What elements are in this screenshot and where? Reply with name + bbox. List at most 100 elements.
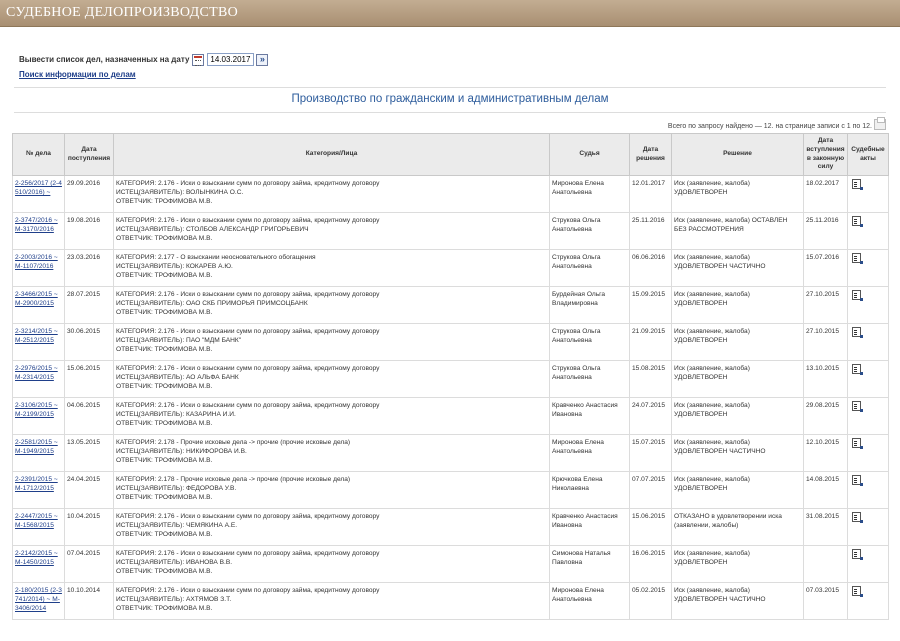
date-filter-label: Вывести список дел, назначенных на дату (19, 55, 190, 64)
received-date-cell: 23.03.2016 (64, 249, 114, 287)
case-number-cell: 2-2447/2015 ~ М-1568/2015 (12, 508, 65, 546)
document-icon[interactable] (852, 586, 863, 597)
case-number-cell: 2-2003/2016 ~ М-1107/2016 (12, 249, 65, 287)
document-icon[interactable] (852, 290, 863, 301)
defendant-text: ОТВЕТЧИК: ТРОФИМОВА М.В. (116, 235, 213, 243)
category-cell: КАТЕГОРИЯ: 2.177 - О взыскании неосноват… (113, 249, 550, 287)
decision-cell: Иск (заявление, жалоба) УДОВЛЕТВОРЕН (671, 471, 804, 509)
case-number-link[interactable]: 2-2003/2016 ~ М-1107/2016 (15, 254, 58, 270)
plaintiff-text: ИСТЕЦ(ЗАЯВИТЕЛЬ): КОКАРЕВ А.Ю. (116, 263, 233, 271)
col-judge[interactable]: Судья (549, 133, 630, 176)
section-heading: Производство по гражданским и администра… (291, 93, 609, 105)
received-date-cell: 07.04.2015 (64, 545, 114, 583)
category-cell: КАТЕГОРИЯ: 2.176 - Иски о взыскании сумм… (113, 286, 550, 324)
col-category[interactable]: Категория/Лица (113, 133, 550, 176)
plaintiff-text: ИСТЕЦ(ЗАЯВИТЕЛЬ): СТОЛБОВ АЛЕКСАНДР ГРИГ… (116, 226, 309, 234)
table-row: 2-256/2017 (2-4510/2016) ~29.09.2016 КАТЕ… (12, 175, 889, 213)
effective-date-cell (803, 545, 848, 583)
decision-cell: Иск (заявление, жалоба) ОСТАВЛЕН БЕЗ РАС… (671, 212, 804, 250)
effective-date-cell: 27.10.2015 (803, 323, 848, 361)
case-number-link[interactable]: 2-3214/2015 ~ М-2512/2015 (15, 328, 58, 344)
col-case-number[interactable]: № дела (12, 133, 65, 176)
decision-date-cell: 05.02.2015 (629, 582, 672, 620)
effective-date-cell: 12.10.2015 (803, 434, 848, 472)
category-cell: КАТЕГОРИЯ: 2.176 - Иски о взыскании сумм… (113, 360, 550, 398)
case-number-link[interactable]: 2-3466/2015 ~ М-2900/2015 (15, 291, 58, 307)
document-icon[interactable] (852, 549, 863, 560)
case-search-link[interactable]: Поиск информации по делам (19, 70, 136, 79)
effective-date-cell: 31.08.2015 (803, 508, 848, 546)
case-number-link[interactable]: 2-2581/2015 ~ М-1949/2015 (15, 439, 58, 455)
court-acts-cell (847, 397, 889, 435)
calendar-icon[interactable] (192, 53, 205, 66)
date-input[interactable] (207, 53, 255, 66)
col-received-date[interactable]: Дата поступления (64, 133, 114, 176)
decision-cell: Иск (заявление, жалоба) УДОВЛЕТВОРЕН (671, 545, 804, 583)
defendant-text: ОТВЕТЧИК: ТРОФИМОВА М.В. (116, 420, 213, 428)
print-icon[interactable] (874, 117, 886, 130)
decision-date-cell: 24.07.2015 (629, 397, 672, 435)
judge-cell: Миронова Елена Анатольевна (549, 175, 630, 213)
case-number-link[interactable]: 2-2391/2015 ~ М-1712/2015 (15, 476, 58, 492)
category-text: КАТЕГОРИЯ: 2.176 - Иски о взыскании сумм… (116, 180, 380, 187)
table-row: 2-2976/2015 ~ М-2314/2015 15.06.2015 КАТЕГ… (12, 360, 889, 398)
document-icon[interactable] (852, 179, 863, 190)
received-date-cell: 29.09.2016 (64, 175, 114, 213)
court-acts-cell (847, 175, 889, 213)
document-icon[interactable] (852, 401, 863, 412)
category-text: КАТЕГОРИЯ: 2.176 - Иски о взыскании сумм… (116, 328, 380, 335)
category-text: КАТЕГОРИЯ: 2.176 - Иски о взыскании сумм… (116, 402, 380, 409)
case-number-link[interactable]: 2-180/2015 (2-3741/2014) ~ М-3406/2014 (15, 587, 62, 612)
decision-cell: Иск (заявление, жалоба) УДОВЛЕТВОРЕН (671, 323, 804, 361)
col-court-acts[interactable]: Судебные акты (847, 133, 889, 176)
effective-date-cell: 27.10.2015 (803, 286, 848, 324)
table-row: 2-2447/2015 ~ М-1568/2015 10.04.2015 КАТЕГ… (12, 508, 889, 546)
col-decision[interactable]: Решение (671, 133, 804, 176)
effective-date-cell: 13.10.2015 (803, 360, 848, 398)
table-row: 2-2391/2015 ~ М-1712/2015 24.04.2015 КАТЕГ… (12, 471, 889, 509)
document-icon[interactable] (852, 438, 863, 449)
table-row: 2-2142/2015 ~ М-1450/2015 07.04.2015 КАТЕГ… (12, 545, 889, 583)
table-header-row: № дела Дата поступления Категория/Лица С… (12, 133, 889, 176)
site-title: СУДЕБНОЕ ДЕЛОПРОИЗВОДСТВО (6, 5, 239, 20)
table-row: 2-2581/2015 ~ М-1949/2015 13.05.2015 КАТЕГ… (12, 434, 889, 472)
effective-date-cell: 18.02.2017 (803, 175, 848, 213)
category-cell: КАТЕГОРИЯ: 2.178 - Прочие исковые дела -… (113, 434, 550, 472)
col-effective-date[interactable]: Дата вступления в законную силу (803, 133, 848, 176)
court-acts-cell (847, 508, 889, 546)
table-row: 2-3106/2015 ~ М-2199/2015 04.06.2015 КАТЕГ… (12, 397, 889, 435)
case-number-cell: 2-256/2017 (2-4510/2016) ~ (12, 175, 65, 213)
document-icon[interactable] (852, 475, 863, 486)
category-cell: КАТЕГОРИЯ: 2.176 - Иски о взыскании сумм… (113, 397, 550, 435)
defendant-text: ОТВЕТЧИК: ТРОФИМОВА М.В. (116, 568, 213, 576)
judge-cell: Кравченко Анастасия Ивановна (549, 508, 630, 546)
court-acts-cell (847, 212, 889, 250)
effective-date-cell: 07.03.2015 (803, 582, 848, 620)
decision-date-cell: 16.06.2015 (629, 545, 672, 583)
case-number-link[interactable]: 2-2976/2015 ~ М-2314/2015 (15, 365, 58, 381)
document-icon[interactable] (852, 327, 863, 338)
decision-date-cell: 07.07.2015 (629, 471, 672, 509)
document-icon[interactable] (852, 216, 863, 227)
category-text: КАТЕГОРИЯ: 2.176 - Иски о взыскании сумм… (116, 513, 380, 520)
document-icon[interactable] (852, 512, 863, 523)
case-number-link[interactable]: 2-2447/2015 ~ М-1568/2015 (15, 513, 58, 529)
court-acts-cell (847, 286, 889, 324)
case-number-link[interactable]: 2-256/2017 (2-4510/2016) ~ (15, 180, 62, 196)
defendant-text: ОТВЕТЧИК: ТРОФИМОВА М.В. (116, 272, 213, 280)
document-icon[interactable] (852, 253, 863, 264)
case-number-cell: 2-3106/2015 ~ М-2199/2015 (12, 397, 65, 435)
judge-cell: Миронова Елена Анатольевна (549, 582, 630, 620)
table-row: 2-3214/2015 ~ М-2512/2015 30.06.2015 КАТЕГ… (12, 323, 889, 361)
plaintiff-text: ИСТЕЦ(ЗАЯВИТЕЛЬ): ОАО СКБ ПРИМОРЬЯ ПРИМС… (116, 300, 308, 308)
col-decision-date[interactable]: Дата решения (629, 133, 672, 176)
judge-cell: Симонова Наталья Павловна (549, 545, 630, 583)
case-number-link[interactable]: 2-3106/2015 ~ М-2199/2015 (15, 402, 58, 418)
judge-cell: Бурдейная Ольга Владимировна (549, 286, 630, 324)
judge-cell: Струкова Ольга Анатольевна (549, 360, 630, 398)
document-icon[interactable] (852, 364, 863, 375)
cases-table: № дела Дата поступления Категория/Лица С… (12, 133, 889, 620)
show-list-button[interactable]: » (256, 53, 269, 66)
case-number-link[interactable]: 2-2142/2015 ~ М-1450/2015 (15, 550, 58, 566)
case-number-link[interactable]: 2-3747/2016 ~ М-3170/2016 (15, 217, 58, 233)
